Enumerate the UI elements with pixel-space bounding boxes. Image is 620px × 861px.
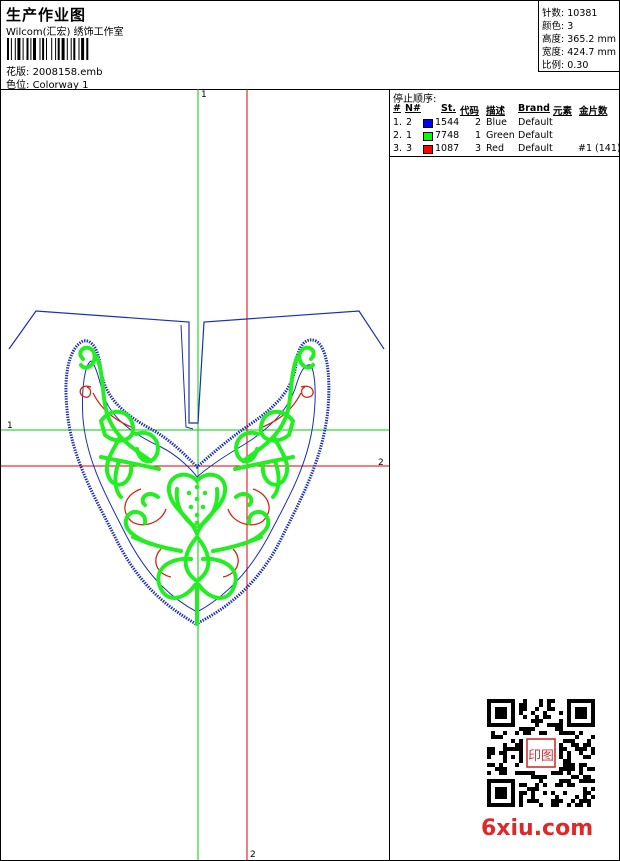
- stop-row: 1. 2 1544 2 Blue Default: [392, 117, 619, 130]
- row-stitches: 1544: [435, 117, 460, 128]
- design-specs: 针数: 10381 颜色: 3 高度: 365.2 mm 宽度: 424.7 m…: [538, 1, 620, 72]
- row-brand: Default: [518, 117, 553, 128]
- row-element: #1 (141): [578, 143, 620, 154]
- row-stitches: 1087: [435, 143, 460, 154]
- embroidery-preview: 1 1 2 2: [1, 89, 389, 860]
- table-divider: [390, 156, 619, 157]
- neckline-slit: [180, 324, 194, 430]
- guide-h1-label: 1: [7, 421, 13, 431]
- color-swatch: [423, 132, 433, 141]
- row-code: 1: [475, 130, 482, 141]
- color-swatch: [423, 145, 433, 154]
- stop-row: 3. 3 1087 3 Red Default #1 (141): [392, 143, 620, 156]
- barcode: [7, 38, 89, 60]
- production-sheet: 生产作业图 Wilcom(汇宏) 绣饰工作室 花版: 2008158.emb 色…: [0, 0, 620, 861]
- row-index: 3.: [393, 143, 403, 154]
- color-swatch: [423, 119, 433, 128]
- spec-scale-label: 比例:: [542, 60, 565, 71]
- row-brand: Default: [518, 143, 553, 154]
- spec-width: 宽度: 424.7 mm: [542, 44, 616, 58]
- col-header-sequins: 金片数: [579, 106, 608, 117]
- qr-code: 印图: [487, 699, 595, 807]
- row-needle: 2: [406, 117, 413, 128]
- header: 生产作业图 Wilcom(汇宏) 绣饰工作室 花版: 2008158.emb 色…: [1, 1, 620, 91]
- row-brand: Default: [518, 130, 553, 141]
- panel-divider: [389, 89, 390, 860]
- row-description: Blue: [486, 117, 508, 128]
- row-index: 1.: [393, 117, 403, 128]
- col-header-stitches: St.: [441, 103, 456, 114]
- spec-stitches: 针数: 10381: [542, 5, 597, 19]
- seal-text: 印图: [528, 749, 554, 764]
- row-code: 2: [475, 117, 482, 128]
- spec-colors: 颜色: 3: [542, 18, 573, 32]
- col-header-needle: N#: [405, 103, 421, 114]
- spec-height: 高度: 365.2 mm: [542, 31, 616, 45]
- row-description: Green: [486, 130, 515, 141]
- col-header-code: 代码: [460, 106, 480, 117]
- studio-subtitle: Wilcom(汇宏) 绣饰工作室: [6, 27, 124, 38]
- row-index: 2.: [393, 130, 403, 141]
- guide-v2-label: 2: [250, 850, 256, 860]
- guide-h2-label: 2: [378, 458, 384, 468]
- col-header-element: 元素: [553, 106, 573, 117]
- row-needle: 3: [406, 143, 413, 154]
- row-needle: 1: [406, 130, 413, 141]
- watermark-site: 6xiu.com: [481, 816, 594, 841]
- row-stitches: 7748: [435, 130, 460, 141]
- col-header-brand: Brand: [518, 103, 550, 114]
- spec-scale: 比例: 0.30: [542, 57, 588, 71]
- guide-v1-label: 1: [201, 90, 207, 100]
- row-description: Red: [486, 143, 505, 154]
- spec-scale-value: 0.30: [567, 60, 589, 71]
- col-header-description: 描述: [486, 106, 506, 117]
- col-header-index: #: [393, 103, 401, 114]
- row-code: 3: [475, 143, 482, 154]
- stop-row: 2. 1 7748 1 Green Default: [392, 130, 619, 143]
- page-title: 生产作业图: [6, 6, 87, 24]
